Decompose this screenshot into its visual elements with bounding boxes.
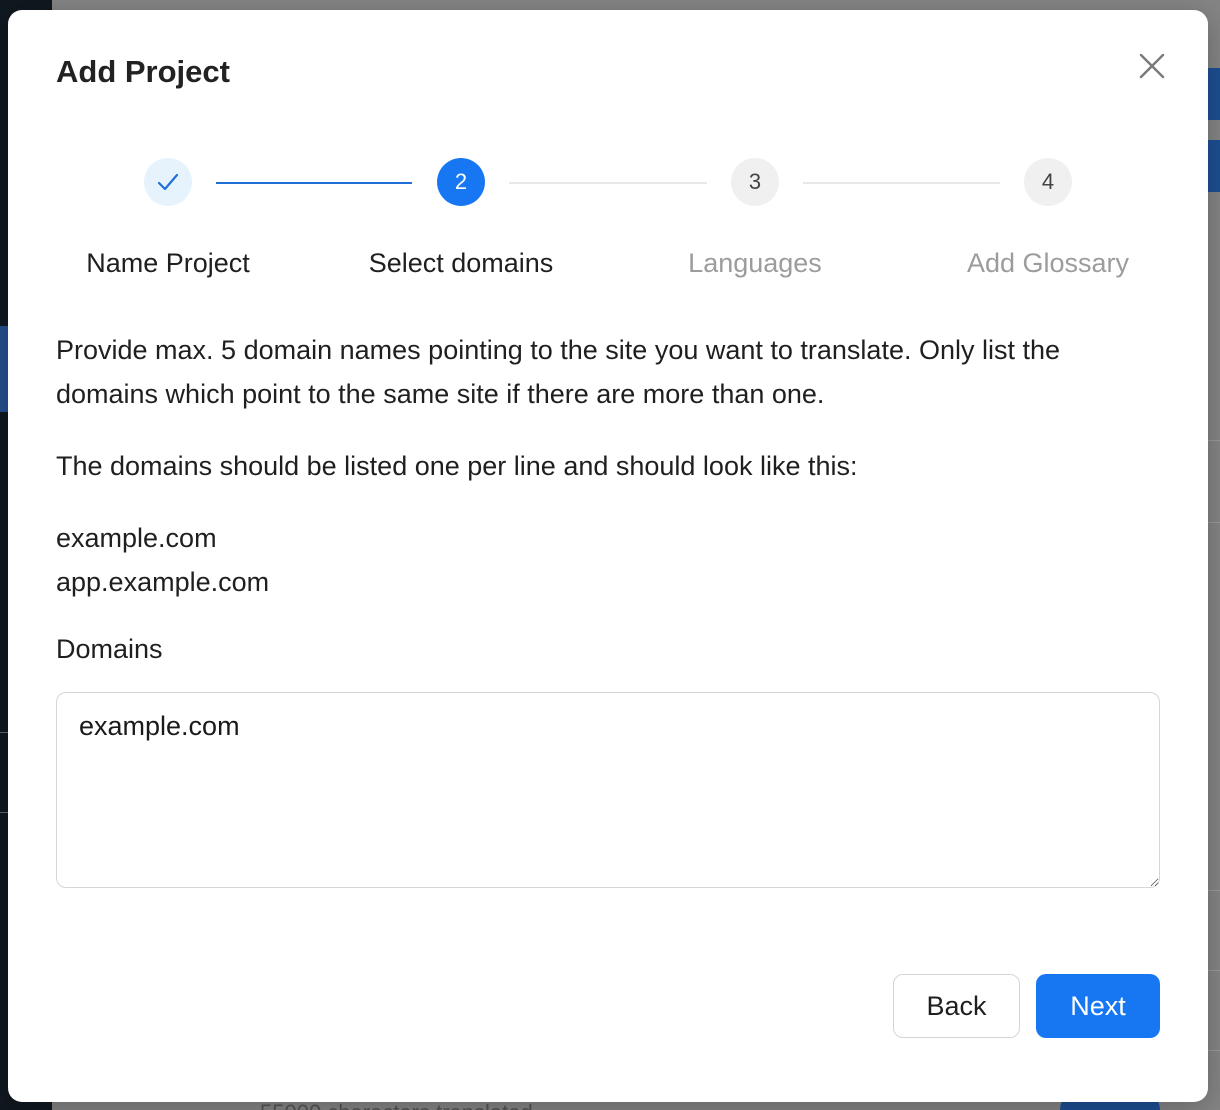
step-2-label: Select domains (368, 248, 554, 278)
close-button[interactable] (1136, 50, 1168, 82)
step-1-indicator (144, 158, 192, 206)
example-domain-1: example.com (56, 523, 217, 553)
step-1-label: Name Project (86, 248, 250, 278)
next-button[interactable]: Next (1036, 974, 1160, 1038)
domains-textarea[interactable]: example.com (56, 692, 1160, 888)
format-hint-text: The domains should be listed one per lin… (56, 451, 858, 481)
back-button[interactable]: Back (893, 974, 1020, 1038)
step-4-label: Add Glossary (966, 248, 1130, 278)
check-icon (157, 173, 179, 191)
step-3-label: Languages (688, 248, 822, 278)
close-icon (1139, 53, 1165, 79)
example-domain-2: app.example.com (56, 567, 270, 597)
background-sidebar-accent (0, 326, 8, 412)
step-2-indicator: 2 (437, 158, 485, 206)
instructions-text: Provide max. 5 domain names pointing to … (56, 335, 1061, 409)
step-connector-2 (509, 182, 707, 184)
stepper: 2 3 4 Name Project Select domains Langua… (8, 158, 1208, 288)
modal-title: Add Project (56, 54, 230, 89)
step-3-indicator: 3 (731, 158, 779, 206)
step-connector-3 (803, 182, 1000, 184)
domains-label: Domains (56, 634, 163, 664)
add-project-modal: Add Project 2 3 4 Name Project Select do… (8, 10, 1208, 1102)
step-4-indicator: 4 (1024, 158, 1072, 206)
step-connector-1 (216, 182, 412, 184)
